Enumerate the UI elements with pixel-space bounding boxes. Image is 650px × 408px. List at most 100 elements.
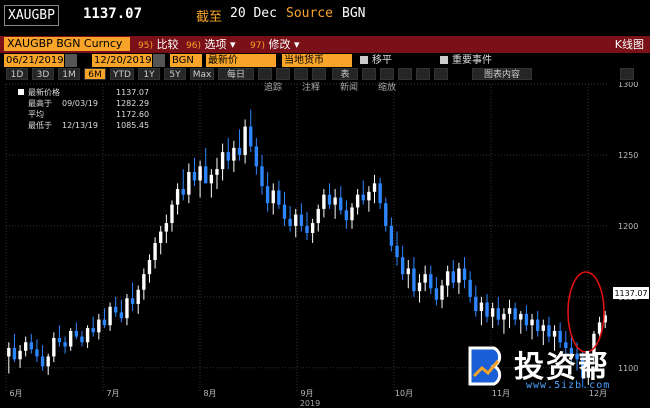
print-icon[interactable] <box>398 68 412 80</box>
period-ytd[interactable]: YTD <box>110 68 134 80</box>
x-tick-label: 10月 <box>395 389 413 398</box>
candle <box>220 143 225 181</box>
legend-low-value: 1085.45 <box>116 121 149 130</box>
candle <box>192 157 197 187</box>
zoom-icon[interactable] <box>434 68 448 80</box>
candle-body <box>496 308 500 320</box>
period-1d[interactable]: 1D <box>6 68 28 80</box>
source-label: Source <box>286 6 333 21</box>
tool-annotate: 注释 <box>302 82 320 93</box>
chart-content-button[interactable]: 图表内容 <box>472 68 532 80</box>
candle <box>344 200 349 229</box>
last-price: 1137.07 <box>83 6 143 22</box>
candle-body <box>97 319 101 333</box>
period-1m[interactable]: 1M <box>58 68 80 80</box>
calendar-icon[interactable] <box>65 54 77 67</box>
candle <box>265 171 270 212</box>
menu-compare[interactable]: 95) 比较 <box>138 37 178 54</box>
security-field[interactable]: XAUGBP BGN Curncy <box>4 37 130 51</box>
candle-body <box>310 223 315 233</box>
currency-select[interactable]: 当地货币 <box>282 54 352 67</box>
candle-body <box>355 194 360 208</box>
move-checkbox[interactable] <box>360 56 368 64</box>
candle-body <box>187 171 191 195</box>
menu-compare-num: 95) <box>138 41 153 51</box>
area-icon[interactable] <box>312 68 326 80</box>
candle <box>164 214 169 243</box>
window-options-icon[interactable] <box>620 68 634 80</box>
calendar-icon[interactable] <box>153 54 165 67</box>
ticker-label[interactable]: XAUGBP <box>4 5 59 26</box>
candle-body <box>192 171 197 181</box>
table-button[interactable]: 表 <box>332 68 358 80</box>
candle <box>57 325 62 347</box>
candle <box>339 186 343 215</box>
period-max[interactable]: Max <box>190 68 214 80</box>
period-3d[interactable]: 3D <box>32 68 54 80</box>
price-type-select[interactable]: 最新价 <box>206 54 276 67</box>
menu-options[interactable]: 96) 选项 ▾ <box>186 37 236 54</box>
candle-body <box>490 308 495 317</box>
candle <box>462 257 467 289</box>
end-date-field[interactable]: 12/20/2019 <box>92 54 152 67</box>
asof-label: 截至 <box>196 10 223 25</box>
candle <box>468 271 472 303</box>
x-tick-label: 6月 <box>9 389 22 398</box>
tool-news: 新闻 <box>340 82 358 93</box>
menu-modify[interactable]: 97) 修改 ▾ <box>250 37 300 54</box>
candle-body <box>198 166 202 181</box>
candle <box>125 294 129 326</box>
tool-track: 追踪 <box>264 82 282 93</box>
source-field[interactable]: BGN <box>170 54 202 67</box>
candle-body <box>429 274 433 289</box>
candle <box>327 183 332 209</box>
start-date-field[interactable]: 06/21/2019 <box>4 54 64 67</box>
candle <box>46 353 50 375</box>
candle <box>108 302 112 331</box>
bar-icon[interactable] <box>294 68 308 80</box>
x-tick-label: 7月 <box>106 389 119 398</box>
candle <box>243 119 247 164</box>
candle <box>29 333 34 354</box>
candle-body <box>299 214 304 226</box>
candle <box>322 189 326 218</box>
candle-body <box>153 242 157 260</box>
candle-body <box>547 325 551 337</box>
period-5y[interactable]: 5Y <box>164 68 186 80</box>
export-icon[interactable] <box>416 68 430 80</box>
candle-body <box>389 225 394 246</box>
candle <box>237 129 242 161</box>
quote-date: 20 Dec <box>230 6 277 21</box>
chart-style-icon[interactable] <box>258 68 272 80</box>
watermark-url: www.5izb.com <box>526 380 611 391</box>
candle <box>429 265 433 295</box>
candle <box>524 305 529 331</box>
candle-body <box>125 298 129 319</box>
candle-body <box>80 336 84 343</box>
candle-body <box>282 204 287 219</box>
candle-body <box>215 169 219 175</box>
save-icon[interactable] <box>380 68 394 80</box>
legend-low-date: 12/13/19 <box>62 121 98 130</box>
chart-type-label: K线图 <box>614 38 644 51</box>
candle-body <box>535 319 540 331</box>
period-1y[interactable]: 1Y <box>138 68 160 80</box>
settings-icon[interactable] <box>362 68 376 80</box>
candle-body <box>260 166 264 187</box>
candle <box>389 217 394 252</box>
line-icon[interactable] <box>276 68 290 80</box>
candle-body <box>350 207 354 221</box>
x-axis-title: 2019 <box>300 399 320 408</box>
candle-body <box>52 338 56 357</box>
frequency-select[interactable]: 每日 <box>218 68 254 80</box>
candle-body <box>597 322 602 334</box>
menu-compare-label: 比较 <box>156 38 179 51</box>
candle <box>395 231 399 266</box>
candle <box>513 302 517 326</box>
menu-options-num: 96) <box>186 41 201 51</box>
events-checkbox[interactable] <box>440 56 448 64</box>
period-6m[interactable]: 6M <box>84 68 106 80</box>
candle-body <box>524 313 529 326</box>
x-tick-label: 8月 <box>203 389 216 398</box>
candle-body <box>294 214 298 226</box>
